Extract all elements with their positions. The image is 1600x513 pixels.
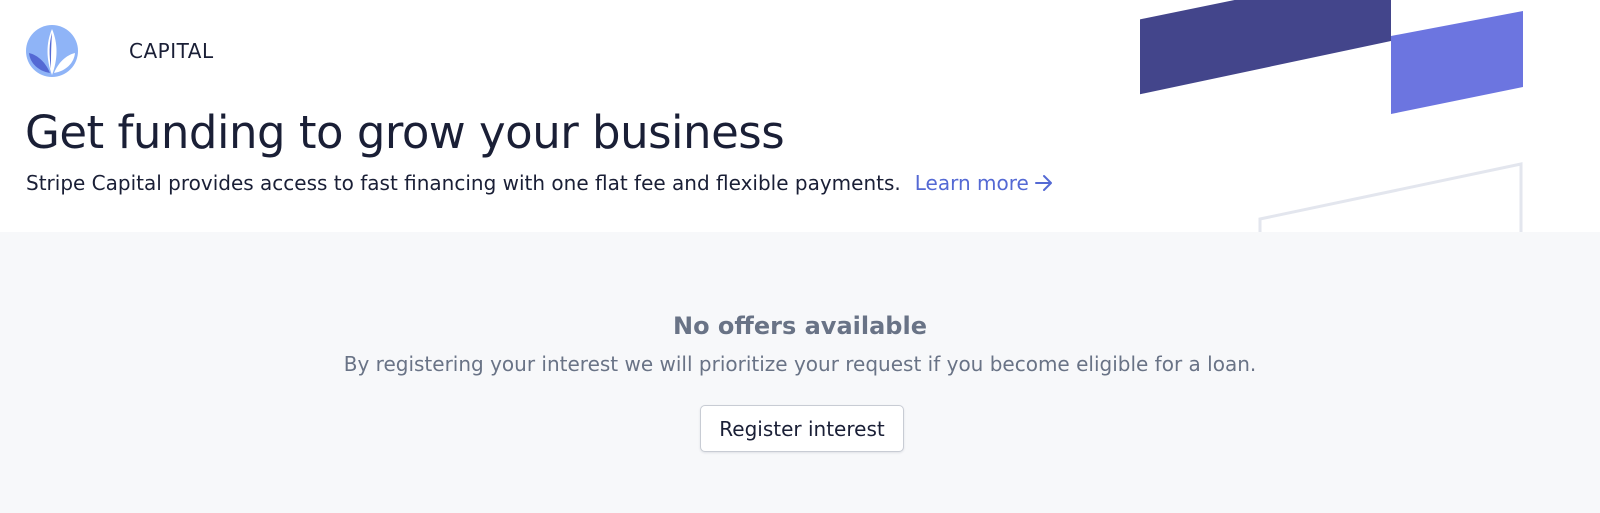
decor-light-block [1391,11,1523,114]
decor-dark-block [1140,0,1391,95]
hero-description: Stripe Capital provides access to fast f… [26,171,1055,195]
decor-outline [1258,162,1523,232]
hero-description-text: Stripe Capital provides access to fast f… [26,171,901,195]
empty-state-panel: No offers available By registering your … [0,232,1600,513]
empty-state-description: By registering your interest we will pri… [343,352,1257,376]
hero-section: CAPITAL Get funding to grow your busines… [0,0,1600,232]
register-interest-button[interactable]: Register interest [700,405,904,452]
capital-page: CAPITAL Get funding to grow your busines… [0,0,1600,513]
learn-more-label: Learn more [914,171,1029,195]
learn-more-link[interactable]: Learn more [915,171,1055,195]
brand-name: CAPITAL [129,39,214,63]
page-title: Get funding to grow your business [25,106,785,159]
arrow-right-icon [1034,175,1052,191]
capital-leaf-icon [26,25,78,77]
decorative-graphic [1140,0,1523,232]
empty-state-title: No offers available [673,312,927,340]
brand: CAPITAL [26,25,214,77]
